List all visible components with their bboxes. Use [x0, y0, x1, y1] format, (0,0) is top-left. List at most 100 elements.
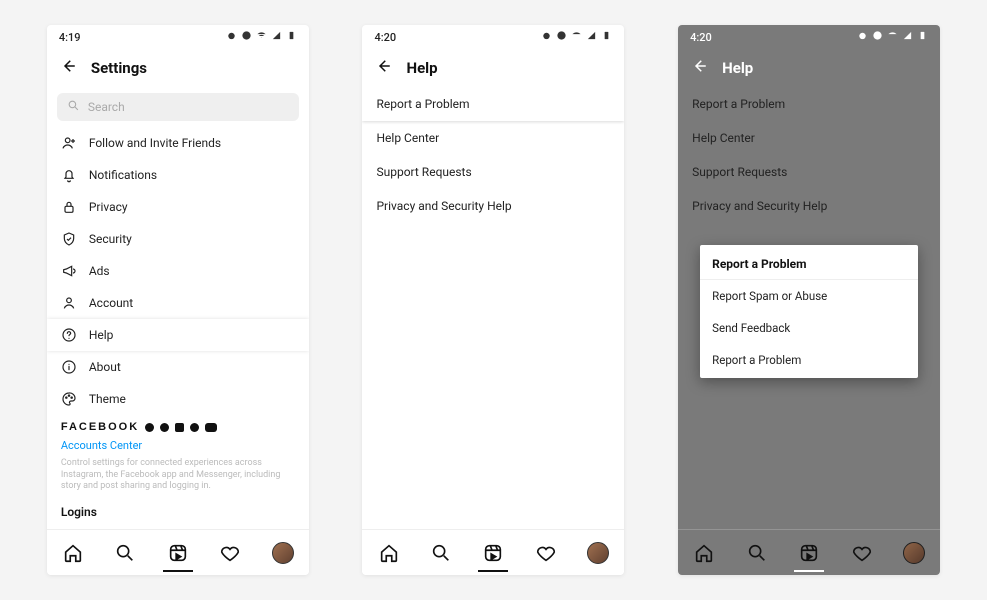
battery-icon	[601, 30, 612, 44]
avatar-icon	[587, 542, 609, 564]
tab-activity[interactable]	[219, 542, 241, 564]
screen-help: 4:20 Help Report a Problem Help Center S…	[362, 25, 624, 575]
status-icons	[226, 30, 297, 44]
battery-icon	[286, 30, 297, 44]
bell-icon	[61, 167, 77, 183]
tab-search[interactable]	[114, 542, 136, 564]
item-theme[interactable]: Theme	[47, 383, 309, 415]
item-label: About	[89, 360, 121, 374]
dialog-option-report[interactable]: Report a Problem	[700, 344, 918, 376]
search-icon	[67, 99, 80, 115]
info-icon	[61, 359, 77, 375]
avatar-icon	[903, 542, 925, 564]
item-label: Privacy	[89, 200, 128, 214]
item-help[interactable]: Help	[47, 319, 309, 351]
item-about[interactable]: About	[47, 351, 309, 383]
signal-icon	[902, 30, 913, 44]
header: Settings	[47, 47, 309, 87]
tab-activity[interactable]	[535, 542, 557, 564]
dialog-option-spam[interactable]: Report Spam or Abuse	[700, 280, 918, 312]
signal-icon	[586, 30, 597, 44]
tab-profile[interactable]	[272, 542, 294, 564]
back-arrow-icon[interactable]	[690, 57, 708, 79]
tab-profile[interactable]	[587, 542, 609, 564]
accounts-center-desc: Control settings for connected experienc…	[47, 456, 309, 499]
item-ads[interactable]: Ads	[47, 255, 309, 287]
screen-settings: 4:19 Settings Search Follow and Invite F…	[47, 25, 309, 575]
item-label: Follow and Invite Friends	[89, 136, 221, 150]
item-help-center[interactable]: Help Center	[362, 121, 624, 155]
item-notifications[interactable]: Notifications	[47, 159, 309, 191]
screen-help-dialog: 4:20 Help Report a Problem Help Center S…	[678, 25, 940, 575]
messenger-icon	[160, 423, 169, 432]
alarm-icon	[541, 30, 552, 44]
tab-reels[interactable]	[798, 542, 820, 564]
help-icon	[61, 327, 77, 343]
back-arrow-icon[interactable]	[374, 57, 392, 79]
status-bar: 4:19	[47, 25, 309, 47]
item-support-requests[interactable]: Support Requests	[678, 155, 940, 189]
item-label: Security	[89, 232, 132, 246]
facebook-row: FACEBOOK	[47, 415, 309, 435]
person-icon	[61, 295, 77, 311]
page-title: Help	[722, 59, 753, 77]
status-bar: 4:20	[678, 25, 940, 47]
wifi-icon	[256, 30, 267, 44]
status-time: 4:20	[374, 31, 396, 44]
tab-reels[interactable]	[482, 542, 504, 564]
help-list: Report a Problem Help Center Support Req…	[362, 87, 624, 529]
tab-search[interactable]	[430, 542, 452, 564]
wifi-icon	[887, 30, 898, 44]
tab-reels[interactable]	[167, 542, 189, 564]
header: Help	[362, 47, 624, 87]
item-support-requests[interactable]: Support Requests	[362, 155, 624, 189]
tab-home[interactable]	[62, 542, 84, 564]
item-help-center[interactable]: Help Center	[678, 121, 940, 155]
instagram-icon	[175, 423, 184, 432]
item-label: Account	[89, 296, 133, 310]
item-privacy-security-help[interactable]: Privacy and Security Help	[362, 189, 624, 223]
tab-home[interactable]	[693, 542, 715, 564]
back-arrow-icon[interactable]	[59, 57, 77, 79]
tabbar	[362, 529, 624, 575]
item-follow-invite[interactable]: Follow and Invite Friends	[47, 127, 309, 159]
palette-icon	[61, 391, 77, 407]
tabbar	[678, 529, 940, 575]
whatsapp-icon	[190, 423, 199, 432]
report-problem-dialog: Report a Problem Report Spam or Abuse Se…	[700, 245, 918, 378]
signal-icon	[271, 30, 282, 44]
settings-list: Follow and Invite Friends Notifications …	[47, 127, 309, 529]
tab-home[interactable]	[378, 542, 400, 564]
fb-icon	[145, 423, 154, 432]
accounts-center-link[interactable]: Accounts Center	[47, 435, 309, 456]
dialog-option-feedback[interactable]: Send Feedback	[700, 312, 918, 344]
status-bar: 4:20	[362, 25, 624, 47]
oculus-icon	[205, 423, 217, 432]
status-icons	[857, 30, 928, 44]
item-privacy-security-help[interactable]: Privacy and Security Help	[678, 189, 940, 223]
tab-search[interactable]	[746, 542, 768, 564]
shield-icon	[61, 231, 77, 247]
status-time: 4:20	[690, 31, 712, 44]
avatar-icon	[272, 542, 294, 564]
lock-icon	[61, 199, 77, 215]
page-title: Settings	[91, 59, 147, 77]
add-person-icon	[61, 135, 77, 151]
megaphone-icon	[61, 263, 77, 279]
logins-header: Logins	[47, 499, 309, 525]
item-privacy[interactable]: Privacy	[47, 191, 309, 223]
item-report-problem[interactable]: Report a Problem	[678, 87, 940, 121]
search-input[interactable]: Search	[57, 93, 299, 121]
facebook-label: FACEBOOK	[61, 421, 139, 433]
item-report-problem[interactable]: Report a Problem	[362, 87, 624, 121]
item-label: Help	[89, 328, 114, 342]
alarm-icon	[226, 30, 237, 44]
item-security[interactable]: Security	[47, 223, 309, 255]
page-title: Help	[406, 59, 437, 77]
item-account[interactable]: Account	[47, 287, 309, 319]
status-time: 4:19	[59, 31, 81, 44]
tab-activity[interactable]	[851, 542, 873, 564]
tab-profile[interactable]	[903, 542, 925, 564]
status-icons	[541, 30, 612, 44]
item-label: Ads	[89, 264, 110, 278]
